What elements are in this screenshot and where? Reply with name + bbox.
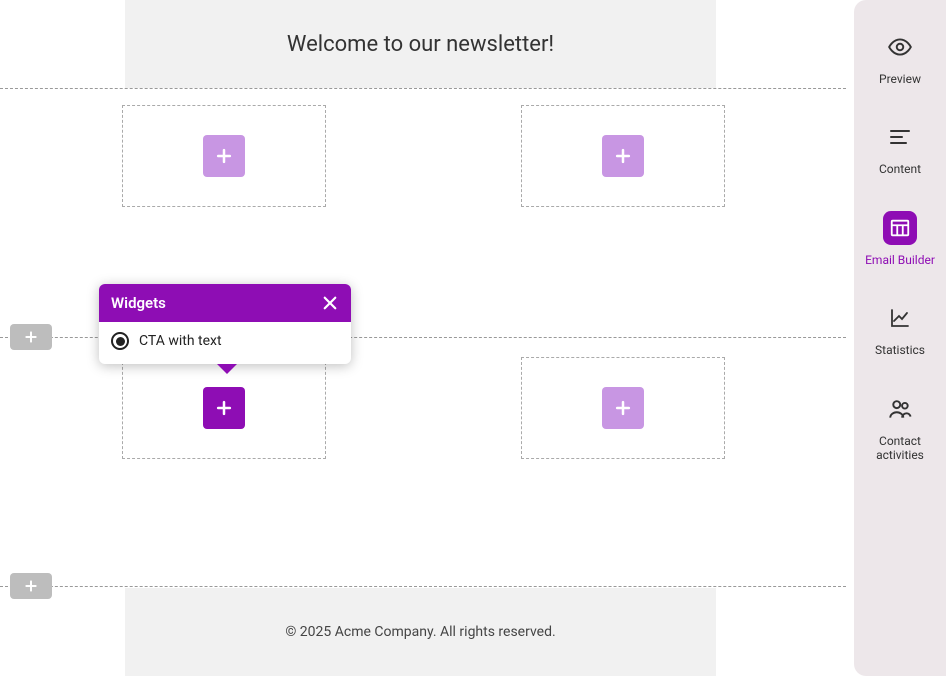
row-divider	[0, 88, 846, 89]
drop-slot-2[interactable]	[521, 105, 725, 207]
sidebar: Preview Content Email Builder Statistics…	[854, 0, 946, 676]
add-widget-button[interactable]	[602, 135, 644, 177]
sidebar-item-email-builder[interactable]: Email Builder	[854, 211, 946, 267]
popover-header: Widgets	[99, 284, 351, 322]
popover-body: CTA with text	[99, 322, 351, 364]
popover-title: Widgets	[111, 294, 166, 312]
plus-icon	[214, 146, 234, 166]
users-icon	[887, 396, 913, 422]
sidebar-item-label: Contact activities	[854, 434, 946, 463]
plus-icon	[214, 398, 234, 418]
widget-option-cta[interactable]: CTA with text	[111, 332, 339, 350]
eye-icon	[887, 34, 913, 60]
content-icon	[888, 125, 912, 149]
add-widget-button[interactable]	[203, 135, 245, 177]
sidebar-item-label: Preview	[879, 72, 921, 86]
footer-text: © 2025 Acme Company. All rights reserved…	[285, 624, 555, 640]
chart-icon	[888, 306, 912, 330]
row-add-handle[interactable]	[10, 573, 52, 599]
add-widget-button[interactable]	[602, 387, 644, 429]
sidebar-item-content[interactable]: Content	[854, 120, 946, 176]
widgets-popover: Widgets CTA with text	[99, 284, 351, 364]
widget-option-label: CTA with text	[139, 333, 222, 349]
row-divider	[0, 586, 846, 587]
sidebar-item-label: Email Builder	[865, 253, 935, 267]
layout-icon	[889, 217, 911, 239]
row-add-handle[interactable]	[10, 324, 52, 350]
sidebar-item-contact-activities[interactable]: Contact activities	[854, 392, 946, 463]
add-widget-button-active[interactable]	[203, 387, 245, 429]
radio-icon	[111, 332, 129, 350]
sidebar-item-statistics[interactable]: Statistics	[854, 301, 946, 357]
plus-icon	[23, 578, 39, 594]
header-band: Welcome to our newsletter!	[125, 0, 716, 88]
footer-band: © 2025 Acme Company. All rights reserved…	[125, 588, 716, 676]
popover-close-button[interactable]	[321, 294, 339, 312]
drop-slot-1[interactable]	[122, 105, 326, 207]
popover-tail	[217, 364, 237, 374]
sidebar-item-preview[interactable]: Preview	[854, 30, 946, 86]
plus-icon	[23, 329, 39, 345]
plus-icon	[613, 398, 633, 418]
drop-slot-4[interactable]	[521, 357, 725, 459]
page-title: Welcome to our newsletter!	[287, 32, 554, 57]
editor-canvas: Welcome to our newsletter! Widgets	[0, 0, 846, 676]
plus-icon	[613, 146, 633, 166]
close-icon	[321, 294, 339, 312]
sidebar-item-label: Content	[879, 162, 921, 176]
sidebar-item-label: Statistics	[875, 343, 925, 357]
